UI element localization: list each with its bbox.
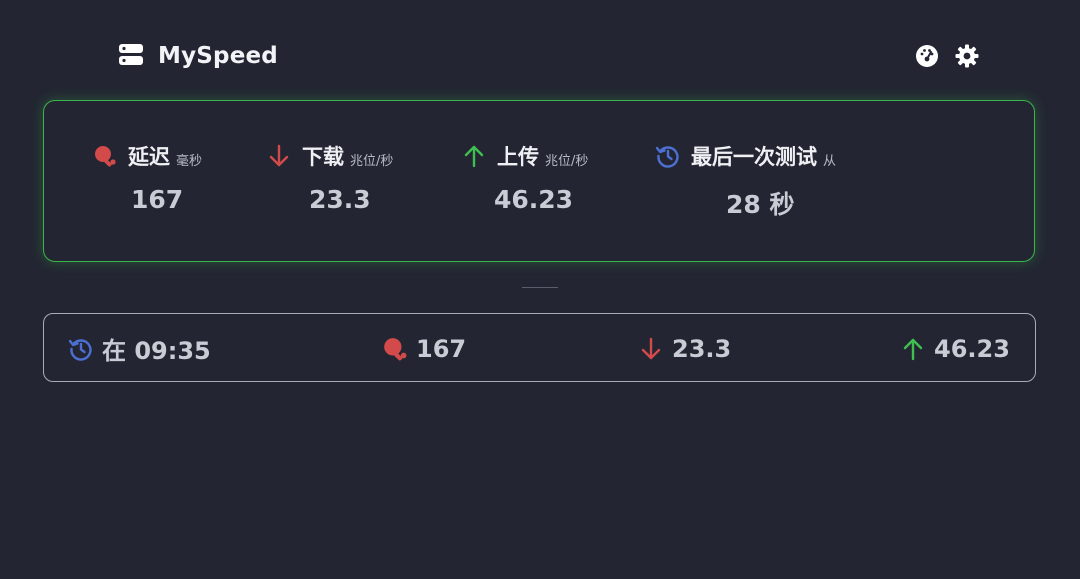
speedometer-icon[interactable] xyxy=(914,43,940,69)
last-test-label: 最后一次测试 xyxy=(691,145,817,169)
stat-download: 下载 兆位/秒 23.3 xyxy=(266,141,393,214)
history-upload: 46.23 xyxy=(900,314,1010,383)
history-time: 在 09:35 xyxy=(68,314,211,383)
download-value: 23.3 xyxy=(309,185,371,214)
history-upload-value: 46.23 xyxy=(934,334,1010,363)
history-icon xyxy=(68,336,94,362)
upload-value: 46.23 xyxy=(494,185,574,214)
stats-card: 延迟 毫秒 167 下载 兆位/秒 23.3 上传 兆位/秒 46.23 最后一… xyxy=(43,100,1035,262)
header-actions xyxy=(914,43,980,69)
ping-label: 延迟 xyxy=(128,145,170,169)
download-label: 下载 xyxy=(302,145,344,169)
arrow-down-icon xyxy=(638,336,664,362)
server-icon xyxy=(118,42,146,70)
stat-ping: 延迟 毫秒 167 xyxy=(92,141,202,214)
arrow-down-icon xyxy=(266,143,292,169)
last-test-unit: 从 xyxy=(823,153,837,169)
history-time-text: 在 09:35 xyxy=(102,337,211,365)
last-test-value: 28 秒 xyxy=(726,190,795,219)
upload-label: 上传 xyxy=(497,145,539,169)
ping-unit: 毫秒 xyxy=(176,153,203,169)
ping-pong-icon xyxy=(92,143,118,169)
app-title: MySpeed xyxy=(158,43,278,69)
history-download: 23.3 xyxy=(638,314,731,383)
history-ping-value: 167 xyxy=(416,334,467,363)
stat-upload: 上传 兆位/秒 46.23 xyxy=(461,141,588,214)
history-download-value: 23.3 xyxy=(672,334,732,363)
gear-icon[interactable] xyxy=(954,43,980,69)
upload-unit: 兆位/秒 xyxy=(545,153,589,169)
header: MySpeed xyxy=(0,0,1080,112)
ping-value: 167 xyxy=(131,185,184,214)
history-row[interactable]: 在 09:35 167 23.3 46.23 xyxy=(43,313,1036,382)
arrow-up-icon xyxy=(900,336,926,362)
brand: MySpeed xyxy=(118,40,278,72)
ping-pong-icon xyxy=(382,336,408,362)
history-ping: 167 xyxy=(382,314,466,383)
download-unit: 兆位/秒 xyxy=(350,153,394,169)
arrow-up-icon xyxy=(461,143,487,169)
stat-last-test: 最后一次测试 从 28 秒 xyxy=(655,141,836,221)
divider xyxy=(522,287,558,288)
history-icon xyxy=(655,143,681,169)
